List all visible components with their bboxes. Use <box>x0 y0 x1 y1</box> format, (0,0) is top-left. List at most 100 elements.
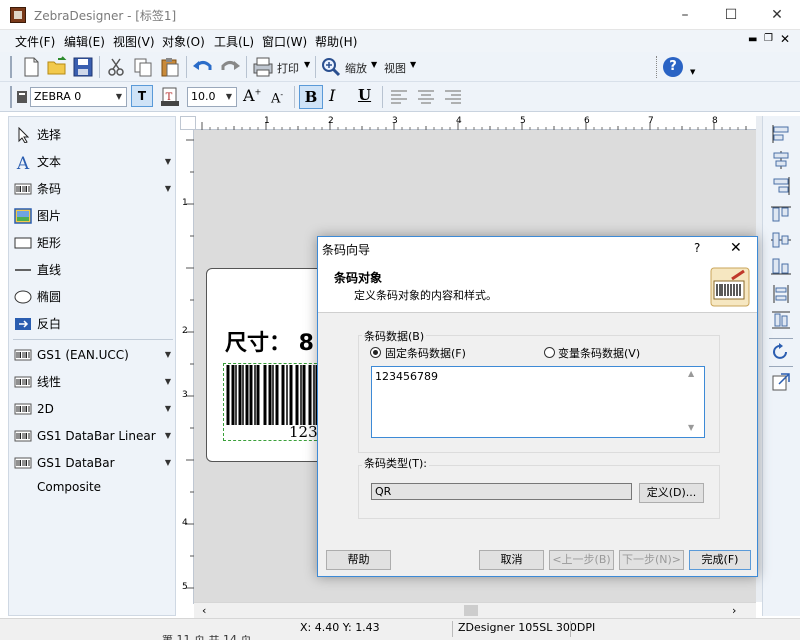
view-dropdown-icon[interactable]: ▼ <box>410 60 416 69</box>
chevron-down-icon[interactable]: ▼ <box>165 397 171 421</box>
barcode-data-textarea[interactable]: 123456789 ▲ ▼ <box>371 366 705 438</box>
menu-tools[interactable]: 工具(L) <box>214 33 254 50</box>
horizontal-scrollbar[interactable]: ‹ › <box>194 602 756 618</box>
font-size-select[interactable]: 10.0 ▼ <box>187 87 237 107</box>
align-left-edges-icon[interactable] <box>770 124 792 144</box>
menu-edit[interactable]: 编辑(E) <box>64 33 105 50</box>
maximize-button[interactable]: ☐ <box>708 0 754 30</box>
object-properties-icon[interactable] <box>770 372 792 392</box>
sidebar-item-picture[interactable]: 图片 <box>9 204 175 228</box>
minimize-button[interactable]: – <box>662 0 708 30</box>
italic-icon[interactable]: I <box>329 86 335 105</box>
align-left-icon[interactable] <box>388 86 410 108</box>
fixed-data-radio[interactable] <box>370 347 381 358</box>
chevron-down-icon[interactable]: ▼ <box>165 177 171 201</box>
sidebar-item-rectangle[interactable]: 矩形 <box>9 231 175 255</box>
mdi-restore-icon[interactable]: ❐ <box>764 33 773 44</box>
dialog-close-icon[interactable]: ✕ <box>730 240 742 256</box>
distribute-vertical-icon[interactable] <box>770 310 792 330</box>
dialog-help-icon[interactable]: ? <box>694 241 700 255</box>
fixed-data-label[interactable]: 固定条码数据(F) <box>385 345 466 361</box>
sidebar-item-2d[interactable]: 2D ▼ <box>9 397 175 421</box>
mdi-minimize-icon[interactable]: ▬ <box>748 34 757 45</box>
help-icon[interactable]: ? <box>663 57 683 77</box>
dialog-header: 条码对象 定义条码对象的内容和样式。 <box>318 261 757 313</box>
sidebar-item-barcode[interactable]: 条码 ▼ <box>9 177 175 201</box>
menu-help[interactable]: 帮助(H) <box>315 33 357 50</box>
save-icon[interactable] <box>72 56 94 78</box>
print-button[interactable]: 打印 <box>277 60 299 76</box>
menu-view[interactable]: 视图(V) <box>113 33 155 50</box>
menu-bar: 文件(F) 编辑(E) 视图(V) 对象(O) 工具(L) 窗口(W) 帮助(H… <box>0 30 800 52</box>
chevron-down-icon[interactable]: ▼ <box>165 150 171 174</box>
redo-icon[interactable] <box>219 56 241 78</box>
menu-object[interactable]: 对象(O) <box>162 33 205 50</box>
sidebar-item-gs1-databar-composite[interactable]: GS1 DataBar Composite ▼ <box>9 451 175 494</box>
sidebar-item-text[interactable]: A 文本 ▼ <box>9 150 175 174</box>
scroll-left-icon[interactable]: ‹ <box>202 604 206 617</box>
rotate-icon[interactable] <box>770 342 792 362</box>
close-button[interactable]: ✕ <box>754 0 800 30</box>
sidebar-item-inverse[interactable]: 反白 <box>9 312 175 336</box>
printer-icon[interactable] <box>252 56 274 78</box>
chevron-down-icon[interactable]: ▼ <box>112 88 126 106</box>
bold-icon[interactable]: B <box>299 85 323 109</box>
truetype-font-icon[interactable]: T <box>159 86 181 108</box>
mdi-close-icon[interactable]: ✕ <box>780 32 790 46</box>
sidebar-item-gs1-databar-linear[interactable]: GS1 DataBar Linear ▼ <box>9 424 175 448</box>
help-dropdown-icon[interactable]: ▼ <box>690 68 695 76</box>
cut-icon[interactable] <box>105 56 127 78</box>
font-select[interactable]: ZEBRA 0 ▼ <box>30 87 127 107</box>
cancel-button[interactable]: 取消 <box>479 550 544 570</box>
help-button[interactable]: 帮助 <box>326 550 391 570</box>
menu-window[interactable]: 窗口(W) <box>262 33 307 50</box>
variable-data-label[interactable]: 变量条码数据(V) <box>558 345 640 361</box>
previous-button[interactable]: <上一步(B) <box>549 550 614 570</box>
paste-icon[interactable] <box>159 56 181 78</box>
grow-font-icon[interactable]: A+ <box>243 86 261 105</box>
underline-icon[interactable]: U <box>358 86 371 104</box>
sidebar-item-ellipse[interactable]: 椭圆 <box>9 285 175 309</box>
sidebar-item-line[interactable]: 直线 <box>9 258 175 282</box>
scroll-down-icon[interactable]: ▼ <box>688 423 694 432</box>
print-dropdown-icon[interactable]: ▼ <box>304 60 310 69</box>
zoom-icon[interactable] <box>320 56 342 78</box>
printer-font-toggle-icon[interactable]: T <box>131 85 153 107</box>
ruler-label: 4 <box>456 116 462 126</box>
copy-icon[interactable] <box>132 56 154 78</box>
distribute-horizontal-icon[interactable] <box>770 284 792 304</box>
chevron-down-icon[interactable]: ▼ <box>165 343 171 367</box>
align-right-icon[interactable] <box>442 86 464 108</box>
label-text-object[interactable]: 尺寸： 8 <box>225 325 314 357</box>
sidebar-item-gs1-ean[interactable]: GS1 (EAN.UCC) ▼ <box>9 343 175 367</box>
chevron-down-icon[interactable]: ▼ <box>222 88 236 106</box>
chevron-down-icon[interactable]: ▼ <box>165 370 171 394</box>
view-button[interactable]: 视图 <box>384 60 406 76</box>
scroll-right-icon[interactable]: › <box>732 604 736 617</box>
ruler-label: 7 <box>648 116 654 126</box>
zoom-dropdown-icon[interactable]: ▼ <box>371 60 377 69</box>
align-center-icon[interactable] <box>415 86 437 108</box>
align-right-edges-icon[interactable] <box>770 176 792 196</box>
variable-data-radio[interactable] <box>544 347 555 358</box>
open-folder-icon[interactable] <box>46 56 68 78</box>
shrink-font-icon[interactable]: A- <box>271 90 283 106</box>
undo-icon[interactable] <box>192 56 214 78</box>
printer-font-icon <box>17 91 27 103</box>
new-document-icon[interactable] <box>20 56 42 78</box>
align-bottom-edges-icon[interactable] <box>770 256 792 276</box>
sidebar-item-select[interactable]: 选择 <box>9 123 175 147</box>
chevron-down-icon[interactable]: ▼ <box>165 424 171 448</box>
scroll-up-icon[interactable]: ▲ <box>688 369 694 378</box>
align-middle-icon[interactable] <box>770 230 792 250</box>
scroll-thumb[interactable] <box>464 605 478 616</box>
align-top-edges-icon[interactable] <box>770 204 792 224</box>
define-button[interactable]: 定义(D)... <box>639 483 704 503</box>
next-button[interactable]: 下一步(N)> <box>619 550 684 570</box>
align-center-vertical-icon[interactable] <box>770 150 792 170</box>
menu-file[interactable]: 文件(F) <box>15 33 55 50</box>
zoom-button[interactable]: 缩放 <box>345 60 367 76</box>
finish-button[interactable]: 完成(F) <box>689 550 751 570</box>
chevron-down-icon[interactable]: ▼ <box>165 451 171 475</box>
sidebar-item-linear[interactable]: 线性 ▼ <box>9 370 175 394</box>
